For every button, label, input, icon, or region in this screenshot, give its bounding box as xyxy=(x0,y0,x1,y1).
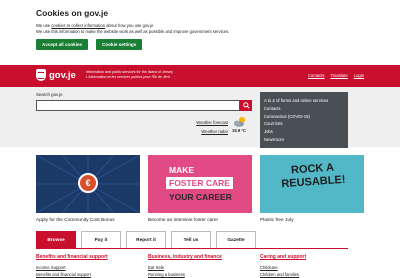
weather-links: Weather forecast Weather radar xyxy=(188,118,228,136)
search-button[interactable] xyxy=(240,100,252,111)
card-caption: Plastic free July xyxy=(260,218,294,223)
tab-report-it[interactable]: Report it xyxy=(126,231,166,248)
card-caption: Apply for the Community Cost Bonus xyxy=(36,218,115,223)
quicklink-jobs[interactable]: Jobs xyxy=(264,128,344,136)
column-link[interactable]: Childcare xyxy=(260,264,364,271)
quicklink-court-lists[interactable]: Court lists xyxy=(264,120,344,128)
quicklink-coronavirus[interactable]: Coronavirus (COVID-19) xyxy=(264,113,344,121)
browse-column-business: Business, industry and finance Eat Safe … xyxy=(148,254,252,278)
column-link[interactable]: Running a business xyxy=(148,271,252,278)
header-tagline: Information and public services for the … xyxy=(86,70,173,79)
column-link[interactable]: Children and families xyxy=(260,271,364,278)
card-caption: Become an intensive foster carer xyxy=(148,218,219,223)
promo-card-cost-bonus[interactable]: € Apply for the Community Cost Bonus xyxy=(36,155,140,223)
quick-links-panel: A to Z of forms and online services Cont… xyxy=(260,92,348,148)
service-tabs: Browse Pay it Report it Tell us Gazette xyxy=(36,231,348,248)
cookie-settings-button[interactable]: Cookie settings xyxy=(96,39,143,50)
weather-forecast-link[interactable]: Weather forecast xyxy=(188,118,228,127)
search-input[interactable] xyxy=(36,100,240,111)
column-link[interactable]: Income Support xyxy=(36,264,140,271)
plastic-free-image: ROCK A REUSABLE! xyxy=(260,155,364,213)
promo-card-plastic-free[interactable]: ROCK A REUSABLE! Plastic free July xyxy=(260,155,364,223)
weather-radar-link[interactable]: Weather radar xyxy=(188,127,228,136)
translate-link[interactable]: Translate xyxy=(330,73,347,78)
rock-a-reusable-text: ROCK A REUSABLE! xyxy=(280,161,346,191)
header-links: Contacts Translate Login xyxy=(308,73,364,78)
column-heading[interactable]: Benefits and financial support xyxy=(36,254,140,260)
cookie-banner: Cookies on gov.je We use cookies to coll… xyxy=(0,0,400,65)
column-link[interactable]: Benefits and financial support xyxy=(36,271,140,278)
quicklink-a-to-z[interactable]: A to Z of forms and online services xyxy=(264,97,344,105)
promo-card-foster-carer[interactable]: MAKE FOSTER CARE YOUR CAREER Become an i… xyxy=(148,155,252,223)
tab-pay-it[interactable]: Pay it xyxy=(81,231,121,248)
tab-divider xyxy=(36,248,348,249)
search-label: Search gov.je xyxy=(36,92,63,97)
search-icon xyxy=(242,102,250,109)
site-logo[interactable]: gov.je xyxy=(36,69,76,81)
sun-cloud-icon xyxy=(234,116,246,127)
quicklink-contacts[interactable]: Contacts xyxy=(264,105,344,113)
jersey-crest-icon xyxy=(36,69,46,81)
quicklink-newsroom[interactable]: Newsroom xyxy=(264,136,344,144)
column-heading[interactable]: Caring and support xyxy=(260,254,364,260)
cookie-info-link[interactable]: cookies to collect information xyxy=(51,23,105,28)
login-link[interactable]: Login xyxy=(354,73,364,78)
tab-tell-us[interactable]: Tell us xyxy=(171,231,211,248)
browse-column-benefits: Benefits and financial support Income Su… xyxy=(36,254,140,278)
browse-column-caring: Caring and support Childcare Children an… xyxy=(260,254,364,278)
logo-text: gov.je xyxy=(49,69,76,81)
cookie-text-2: We use this information to make the webs… xyxy=(36,29,230,34)
euro-coin-icon: € xyxy=(78,173,98,193)
tab-browse[interactable]: Browse xyxy=(36,231,76,248)
column-heading[interactable]: Business, industry and finance xyxy=(148,254,252,260)
contacts-link[interactable]: Contacts xyxy=(308,73,325,78)
cookie-title: Cookies on gov.je xyxy=(36,8,109,18)
foster-care-image: MAKE FOSTER CARE YOUR CAREER xyxy=(148,155,252,213)
cost-bonus-image: € xyxy=(36,155,140,213)
tab-gazette[interactable]: Gazette xyxy=(216,231,256,248)
column-link[interactable]: Eat Safe xyxy=(148,264,252,271)
accept-cookies-button[interactable]: Accept all cookies xyxy=(36,39,89,50)
temperature: 15.9 °C xyxy=(232,128,247,133)
site-header: gov.je Information and public services f… xyxy=(0,65,400,87)
